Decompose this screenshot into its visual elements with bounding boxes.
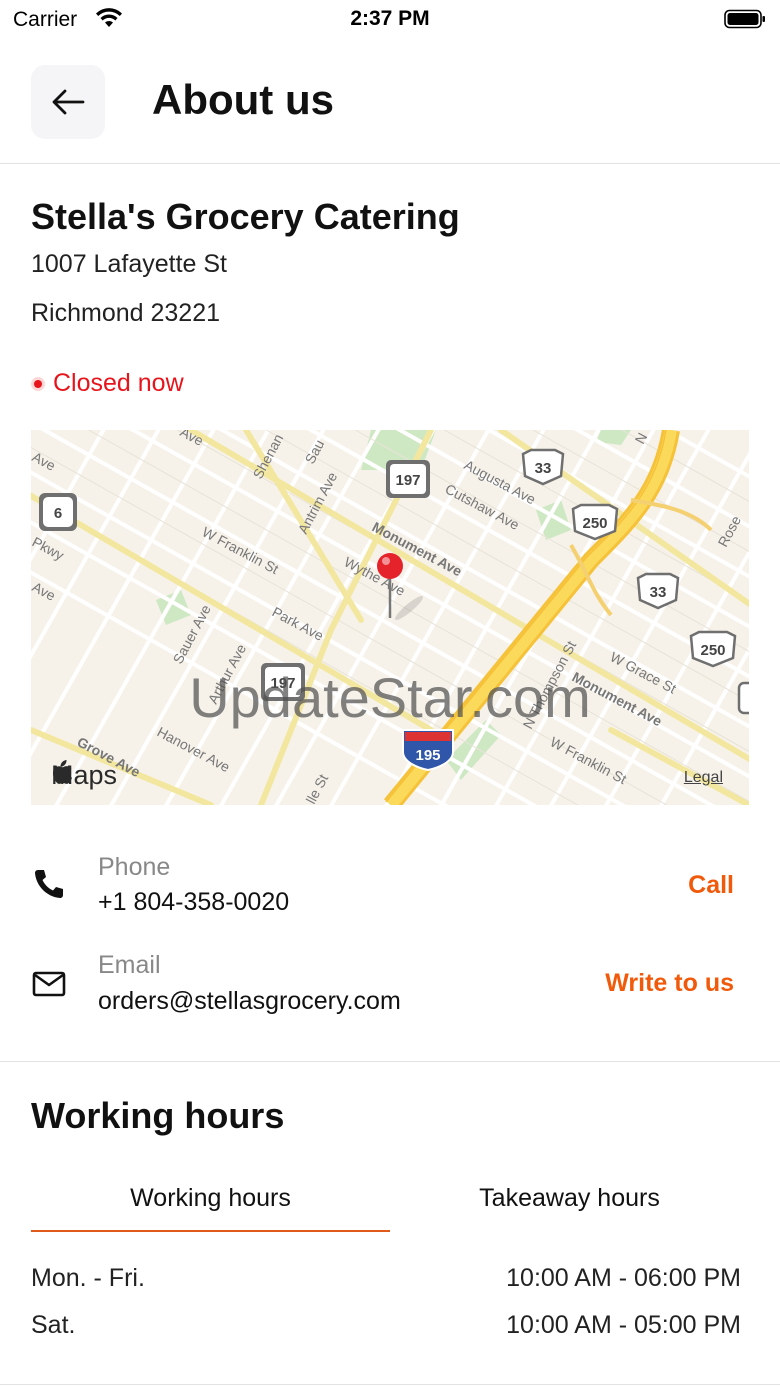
map-watermark: UpdateStar.com	[189, 666, 591, 729]
bottom-divider	[0, 1384, 780, 1385]
map-tiles: Ave Pkwy Ave Ave Shenan Sau W Franklin S…	[31, 430, 749, 805]
call-button[interactable]: Call	[688, 871, 734, 900]
svg-text:Ave: Ave	[31, 449, 58, 474]
legal-link[interactable]: Legal	[684, 769, 723, 787]
map-view[interactable]: Ave Pkwy Ave Ave Shenan Sau W Franklin S…	[31, 430, 749, 805]
phone-number: +1 804-358-0020	[98, 888, 290, 916]
phone-icon	[35, 870, 63, 898]
battery-icon	[724, 9, 765, 29]
status-dot-icon	[31, 376, 45, 391]
svg-text:Hanover Ave: Hanover Ave	[155, 724, 233, 776]
svg-text:197: 197	[395, 472, 420, 489]
phone-row: Phone +1 804-358-0020 Call	[0, 846, 780, 926]
email-label: Email	[98, 951, 161, 979]
svg-text:lle St: lle St	[303, 771, 332, 805]
write-to-us-button[interactable]: Write to us	[605, 969, 734, 998]
maps-logo: Maps	[51, 760, 117, 791]
svg-text:6: 6	[54, 505, 62, 522]
mail-icon	[32, 971, 66, 997]
svg-text:250: 250	[582, 515, 607, 532]
arrow-left-icon	[52, 89, 85, 115]
status-text: Closed now	[53, 369, 184, 397]
svg-text:33: 33	[650, 584, 667, 601]
hours-tabs: Working hours Takeaway hours	[31, 1168, 749, 1232]
phone-label: Phone	[98, 853, 171, 881]
email-address: orders@stellasgrocery.com	[98, 987, 401, 1015]
hours-time: 10:00 AM - 06:00 PM	[506, 1264, 741, 1292]
tab-takeaway-hours[interactable]: Takeaway hours	[390, 1168, 749, 1232]
header: About us	[0, 44, 780, 164]
back-button[interactable]	[31, 65, 105, 139]
hours-time: 10:00 AM - 05:00 PM	[506, 1311, 741, 1339]
business-name: Stella's Grocery Catering	[31, 196, 460, 237]
status-bar: Carrier 2:37 PM	[0, 0, 780, 44]
svg-text:Ave: Ave	[31, 579, 58, 604]
apple-logo-icon	[52, 760, 72, 784]
svg-text:250: 250	[700, 642, 725, 659]
address-line2: Richmond 23221	[31, 299, 221, 327]
clock: 2:37 PM	[350, 7, 430, 30]
svg-text:33: 33	[535, 460, 552, 477]
hours-day: Sat.	[31, 1311, 76, 1339]
svg-text:Antrim Ave: Antrim Ave	[295, 469, 341, 536]
section-divider	[0, 1061, 780, 1062]
address-line1: 1007 Lafayette St	[31, 250, 227, 278]
svg-text:195: 195	[415, 747, 440, 764]
working-hours-title: Working hours	[31, 1095, 285, 1136]
tab-working-hours[interactable]: Working hours	[31, 1168, 390, 1232]
open-status: Closed now	[31, 369, 184, 398]
hours-day: Mon. - Fri.	[31, 1264, 145, 1292]
email-row: Email orders@stellasgrocery.com Write to…	[0, 944, 780, 1024]
page-title: About us	[152, 76, 334, 123]
svg-text:Rose: Rose	[715, 513, 745, 550]
